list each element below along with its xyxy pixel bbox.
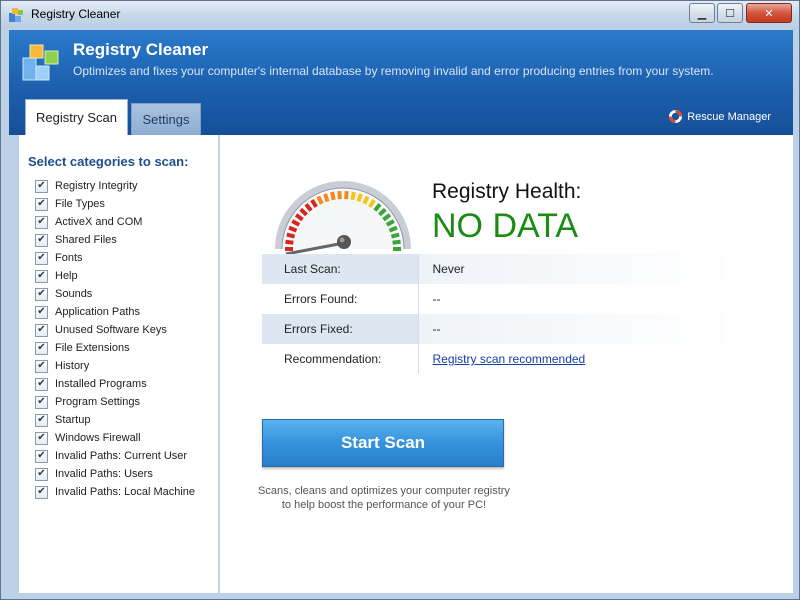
table-row: Errors Fixed: -- (262, 314, 722, 344)
list-item[interactable]: ✔ Shared Files (35, 231, 195, 249)
category-label: Shared Files (55, 234, 117, 246)
category-checkbox[interactable]: ✔ (35, 431, 48, 445)
category-label: Installed Programs (55, 378, 147, 390)
recommendation-cell: Registry scan recommended (418, 344, 722, 374)
list-item[interactable]: ✔ History (35, 357, 195, 375)
category-label: Help (55, 270, 78, 282)
registry-health-label: Registry Health: (432, 180, 582, 203)
description-line-1: Scans, cleans and optimizes your compute… (258, 485, 510, 497)
app-icon (9, 8, 23, 22)
category-checkbox[interactable]: ✔ (35, 233, 48, 247)
header-subtitle: Optimizes and fixes your computer's inte… (73, 64, 714, 78)
table-row: Recommendation: Registry scan recommende… (262, 344, 722, 374)
category-label: File Types (55, 198, 105, 210)
category-label: Invalid Paths: Local Machine (55, 486, 196, 498)
window-title: Registry Cleaner (31, 7, 121, 21)
description-line-2: to help boost the performance of your PC… (281, 499, 487, 511)
category-label: Invalid Paths: Users (55, 468, 153, 480)
categories-list: ✔ Registry Integrity ✔ File Types ✔ ActiveX a… (35, 177, 195, 501)
list-item[interactable]: ✔ Help (35, 267, 195, 285)
category-checkbox[interactable]: ✔ (35, 269, 48, 283)
category-label: Fonts (55, 252, 83, 264)
list-item[interactable]: ✔ Startup (35, 411, 195, 429)
category-label: Application Paths (55, 306, 140, 318)
category-label: Registry Integrity (55, 180, 138, 192)
tab-registry-scan[interactable]: Registry Scan (25, 99, 128, 135)
categories-title: Select categories to scan: (28, 154, 189, 169)
category-checkbox[interactable]: ✔ (35, 395, 48, 409)
category-label: Sounds (55, 288, 93, 300)
health-gauge-icon (275, 181, 411, 256)
list-item[interactable]: ✔ Invalid Paths: Current User (35, 447, 195, 465)
category-checkbox[interactable]: ✔ (35, 323, 48, 337)
tab-settings[interactable]: Settings (131, 103, 201, 135)
category-label: Startup (55, 414, 91, 426)
category-checkbox[interactable]: ✔ (35, 449, 48, 463)
category-label: History (55, 360, 90, 372)
app-window: Registry Cleaner ▁ ☐ ✕ Registry Cleaner … (0, 0, 800, 600)
category-checkbox[interactable]: ✔ (35, 251, 48, 265)
category-label: ActiveX and COM (55, 216, 143, 228)
maximize-button[interactable]: ☐ (717, 3, 743, 23)
table-row: Errors Found: -- (262, 284, 722, 314)
list-item[interactable]: ✔ Invalid Paths: Local Machine (35, 483, 195, 501)
category-checkbox[interactable]: ✔ (35, 377, 48, 391)
errors-fixed-label: Errors Fixed: (262, 314, 419, 344)
list-item[interactable]: ✔ ActiveX and COM (35, 213, 195, 231)
list-item[interactable]: ✔ Windows Firewall (35, 429, 195, 447)
category-checkbox[interactable]: ✔ (35, 215, 48, 229)
lifebuoy-icon (669, 110, 683, 123)
recommendation-label: Recommendation: (262, 344, 419, 374)
registry-scan-recommended-link[interactable]: Registry scan recommended (433, 352, 586, 366)
category-label: Invalid Paths: Current User (55, 450, 188, 462)
scan-panel: Registry Health: NO DATA Last Scan: Neve… (220, 135, 793, 593)
category-checkbox[interactable]: ✔ (35, 305, 48, 319)
minimize-button[interactable]: ▁ (689, 3, 715, 23)
registry-cleaner-logo-icon (22, 44, 59, 81)
category-checkbox[interactable]: ✔ (35, 179, 48, 193)
categories-panel: Select categories to scan: ✔ Registry Int… (19, 135, 219, 593)
rescue-manager-label: Rescue Manager (687, 110, 771, 123)
registry-health-value: NO DATA (432, 207, 579, 245)
category-checkbox[interactable]: ✔ (35, 413, 48, 427)
list-item[interactable]: ✔ Program Settings (35, 393, 195, 411)
title-bar[interactable]: Registry Cleaner ▁ ☐ ✕ (1, 1, 799, 29)
list-item[interactable]: ✔ File Extensions (35, 339, 195, 357)
start-scan-button[interactable]: Start Scan (262, 419, 504, 467)
category-checkbox[interactable]: ✔ (35, 287, 48, 301)
category-label: Unused Software Keys (55, 324, 167, 336)
errors-fixed-value: -- (418, 314, 722, 344)
errors-found-value: -- (432, 292, 441, 306)
table-row: Last Scan: Never (262, 254, 722, 284)
category-label: File Extensions (55, 342, 130, 354)
list-item[interactable]: ✔ Sounds (35, 285, 195, 303)
scan-info-table: Last Scan: Never Errors Found: -- Errors… (262, 254, 722, 374)
close-button[interactable]: ✕ (746, 3, 792, 23)
last-scan-value: Never (418, 254, 722, 284)
category-checkbox[interactable]: ✔ (35, 467, 48, 481)
list-item[interactable]: ✔ Application Paths (35, 303, 195, 321)
errors-found-label: Errors Found: (262, 284, 419, 314)
list-item[interactable]: ✔ Fonts (35, 249, 195, 267)
list-item[interactable]: ✔ Registry Integrity (35, 177, 195, 195)
list-item[interactable]: ✔ Invalid Paths: Users (35, 465, 195, 483)
rescue-manager-link[interactable]: Rescue Manager (669, 110, 771, 123)
category-checkbox[interactable]: ✔ (35, 341, 48, 355)
list-item[interactable]: ✔ File Types (35, 195, 195, 213)
header-title: Registry Cleaner (73, 40, 209, 59)
frame-left (9, 135, 19, 593)
last-scan-label: Last Scan: (262, 254, 419, 284)
start-scan-description: Scans, cleans and optimizes your compute… (250, 484, 518, 512)
list-item[interactable]: ✔ Installed Programs (35, 375, 195, 393)
category-label: Windows Firewall (55, 432, 141, 444)
category-checkbox[interactable]: ✔ (35, 197, 48, 211)
category-checkbox[interactable]: ✔ (35, 485, 48, 499)
category-label: Program Settings (55, 396, 140, 408)
header-banner: Registry Cleaner Optimizes and fixes you… (9, 30, 793, 135)
category-checkbox[interactable]: ✔ (35, 359, 48, 373)
list-item[interactable]: ✔ Unused Software Keys (35, 321, 195, 339)
